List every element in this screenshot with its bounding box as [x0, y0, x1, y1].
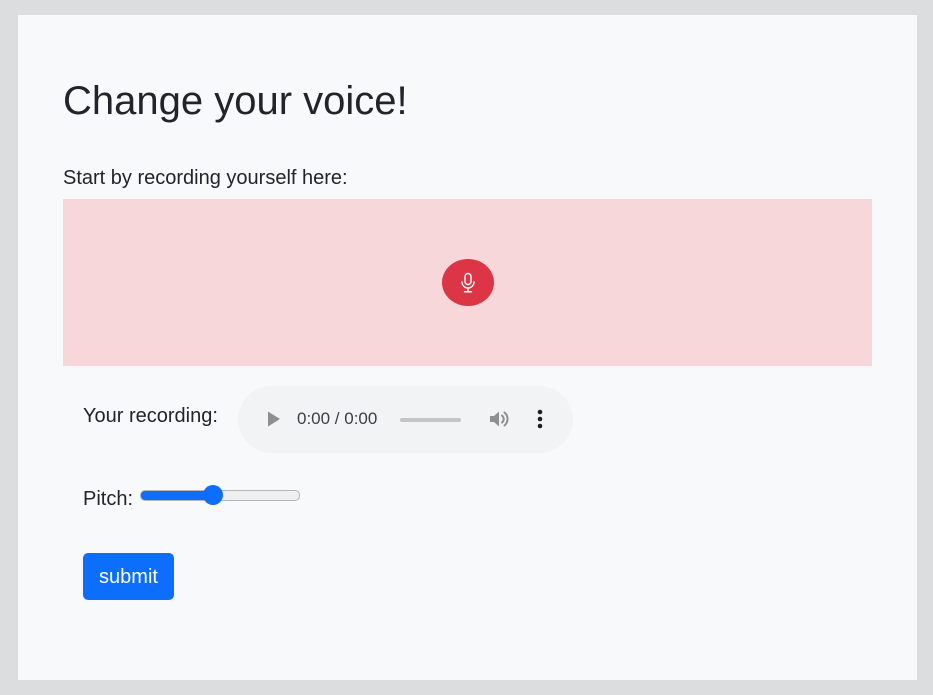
pitch-slider[interactable]: [140, 485, 300, 505]
more-options-icon: [537, 409, 543, 429]
audio-player: 0:00 / 0:00: [238, 386, 573, 453]
main-card: Change your voice! Start by recording yo…: [18, 15, 917, 680]
play-icon: [268, 411, 280, 427]
record-button[interactable]: [442, 259, 494, 306]
pitch-slider-thumb[interactable]: [203, 485, 223, 505]
playback-time: 0:00 / 0:00: [297, 409, 378, 428]
more-options-button[interactable]: [530, 407, 550, 431]
intro-text: Start by recording yourself here:: [63, 167, 348, 189]
volume-icon: [490, 411, 509, 427]
submit-button[interactable]: submit: [83, 553, 174, 600]
recording-label: Your recording:: [83, 405, 218, 427]
record-zone: [63, 199, 872, 366]
volume-button[interactable]: [487, 407, 511, 431]
playback-progress-bar[interactable]: [400, 418, 461, 422]
microphone-icon: [461, 272, 475, 292]
page-title: Change your voice!: [63, 79, 408, 123]
pitch-label: Pitch:: [83, 488, 134, 510]
play-button[interactable]: [262, 408, 284, 430]
